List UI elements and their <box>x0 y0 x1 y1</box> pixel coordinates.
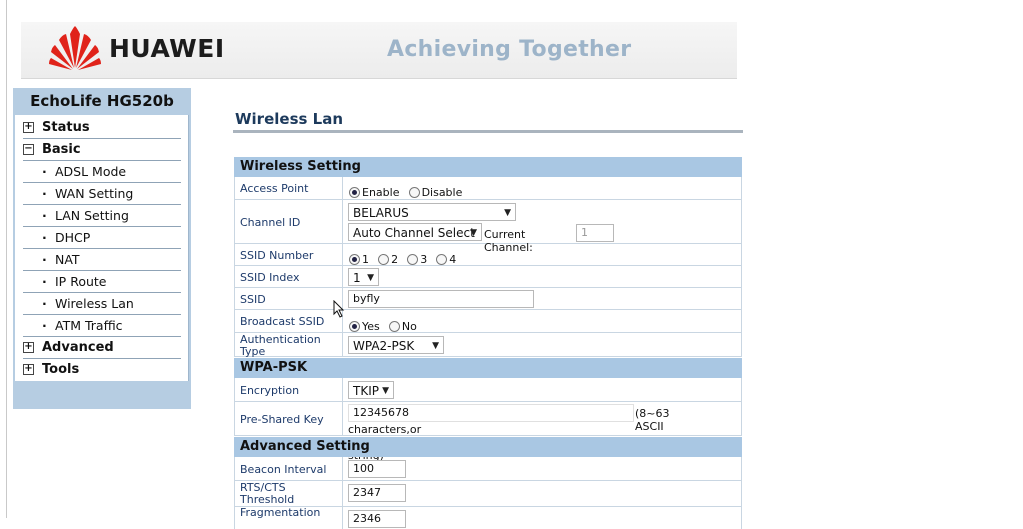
beacon-interval-input[interactable]: 100 <box>348 460 406 478</box>
ssid-number-4-radio[interactable] <box>436 254 448 265</box>
sidebar-item-ip-route[interactable]: · IP Route <box>23 271 181 293</box>
chevron-down-icon: ▼ <box>382 386 389 396</box>
bullet-icon: · <box>42 164 47 179</box>
bullet-icon: · <box>42 252 47 267</box>
ssid-input[interactable]: byfly <box>348 290 534 308</box>
field-label: Pre-Shared Key <box>240 413 324 426</box>
ssid-number-1-radio[interactable] <box>349 254 360 265</box>
field-label: SSID Number <box>240 249 314 262</box>
page-header: HUAWEI Achieving Together <box>21 22 737 79</box>
field-label: Beacon Interval <box>240 463 327 476</box>
row-encryption: Encryption TKIP ▼ <box>234 378 742 402</box>
current-channel-field: 1 <box>576 224 614 242</box>
fragmentation-input[interactable]: 2346 <box>348 510 406 528</box>
bullet-icon: · <box>42 274 47 289</box>
bullet-icon: · <box>42 208 47 223</box>
broadcast-yes-radio[interactable] <box>349 321 360 332</box>
section-wpa-psk: WPA-PSK <box>234 358 742 378</box>
chevron-down-icon: ▼ <box>504 208 511 218</box>
field-label: SSID <box>240 293 266 306</box>
row-beacon-interval: Beacon Interval 100 <box>234 457 742 481</box>
chevron-down-icon: ▼ <box>432 341 439 351</box>
bullet-icon: · <box>42 186 47 201</box>
field-label: RTS/CTS Threshold <box>240 481 295 506</box>
sidebar-item-lan-setting[interactable]: · LAN Setting <box>23 205 181 227</box>
chevron-down-icon: ▼ <box>367 273 374 283</box>
ssid-number-3-radio[interactable] <box>407 254 419 265</box>
sidebar-item-basic[interactable]: − Basic <box>23 139 181 161</box>
row-broadcast-ssid: Broadcast SSID Yes No <box>234 310 742 333</box>
device-model: EchoLife HG520b <box>30 92 174 110</box>
encryption-select[interactable]: TKIP ▼ <box>348 381 394 399</box>
sidebar-item-nat[interactable]: · NAT <box>23 249 181 271</box>
pre-shared-key-input[interactable]: 12345678 <box>348 404 634 422</box>
rts-threshold-input[interactable]: 2347 <box>348 484 406 502</box>
access-point-enable-radio[interactable] <box>349 187 360 198</box>
tagline: Achieving Together <box>387 37 632 62</box>
auth-type-select[interactable]: WPA2-PSK ▼ <box>348 336 444 354</box>
sidebar-menu: + Status − Basic · ADSL Mode · WAN Setti… <box>15 115 189 381</box>
sidebar: EchoLife HG520b + Status − Basic · ADSL … <box>13 88 191 409</box>
row-ssid-number: SSID Number 1 2 3 4 <box>234 244 742 266</box>
sidebar-item-tools[interactable]: + Tools <box>23 359 181 380</box>
plus-box-icon: + <box>23 363 34 375</box>
field-label: Access Point <box>240 182 309 195</box>
row-access-point: Access Point Enable Disable <box>234 177 742 200</box>
sidebar-item-status[interactable]: + Status <box>23 117 181 139</box>
sidebar-item-dhcp[interactable]: · DHCP <box>23 227 181 249</box>
sidebar-item-atm-traffic[interactable]: · ATM Traffic <box>23 315 181 337</box>
section-wireless-setting: Wireless Setting <box>234 157 742 177</box>
access-point-disable-radio[interactable] <box>408 187 420 198</box>
sidebar-item-adsl-mode[interactable]: · ADSL Mode <box>23 161 181 183</box>
row-ssid: SSID byfly <box>234 288 742 310</box>
bullet-icon: · <box>42 296 47 311</box>
page-title: Wireless Lan <box>235 110 344 128</box>
huawei-logo-icon <box>49 26 101 70</box>
field-label: Encryption <box>240 384 300 397</box>
channel-select[interactable]: Auto Channel Select ▼ <box>348 223 482 241</box>
row-authentication-type: Authentication Type WPA2-PSK ▼ <box>234 333 742 358</box>
brand-name: HUAWEI <box>109 34 225 63</box>
field-label: Fragmentation <box>240 506 321 519</box>
field-label: Broadcast SSID <box>240 315 325 328</box>
sidebar-item-wan-setting[interactable]: · WAN Setting <box>23 183 181 205</box>
broadcast-no-radio[interactable] <box>388 321 400 332</box>
window-edge <box>6 0 7 518</box>
row-fragmentation: Fragmentation 2346 <box>234 507 742 529</box>
country-select[interactable]: BELARUS ▼ <box>348 203 516 221</box>
row-channel-id: Channel ID BELARUS ▼ Auto Channel Select… <box>234 200 742 254</box>
plus-box-icon: + <box>23 121 34 133</box>
psk-hint: (8~63 ASCII <box>635 407 670 433</box>
bullet-icon: · <box>42 318 47 333</box>
sidebar-item-advanced[interactable]: + Advanced <box>23 337 181 359</box>
field-label: Channel ID <box>240 216 301 229</box>
ssid-index-select[interactable]: 1 ▼ <box>348 268 379 286</box>
row-pre-shared-key: Pre-Shared Key 12345678 (8~63 ASCII char… <box>234 402 742 462</box>
section-advanced-setting: Advanced Setting <box>234 437 742 457</box>
row-rts-cts-threshold: RTS/CTS Threshold 2347 <box>234 481 742 507</box>
bullet-icon: · <box>42 230 47 245</box>
title-divider <box>233 130 743 133</box>
sidebar-item-wireless-lan[interactable]: · Wireless Lan <box>23 293 181 315</box>
field-label: Authentication Type <box>240 333 321 358</box>
chevron-down-icon: ▼ <box>470 228 477 238</box>
field-label: SSID Index <box>240 271 300 284</box>
minus-box-icon: − <box>23 143 34 155</box>
mouse-cursor-icon <box>333 300 345 318</box>
plus-box-icon: + <box>23 341 34 353</box>
ssid-number-2-radio[interactable] <box>378 254 390 265</box>
row-ssid-index: SSID Index 1 ▼ <box>234 266 742 288</box>
